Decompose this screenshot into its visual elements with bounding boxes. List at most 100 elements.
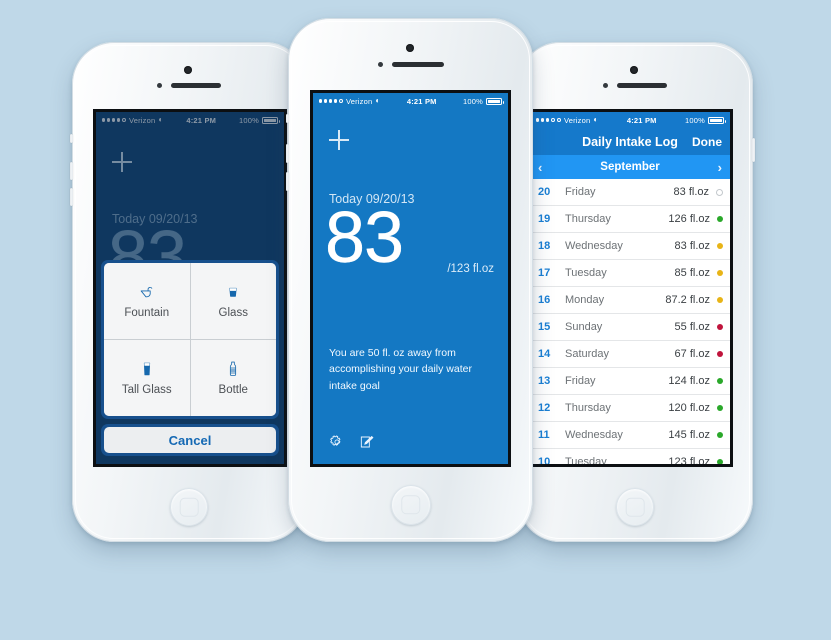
volume-up-button[interactable] bbox=[286, 144, 289, 163]
month-selector: ‹ September › bbox=[530, 155, 730, 179]
status-badge bbox=[717, 216, 723, 222]
status-badge bbox=[716, 188, 723, 196]
table-row[interactable]: 14 Saturday 67 fl.oz bbox=[530, 341, 730, 368]
front-camera bbox=[406, 44, 414, 52]
table-row[interactable]: 19 Thursday 126 fl.oz bbox=[530, 206, 730, 233]
phone-center-screen: Verizon ◐ 4:21 PM 100% Today 09/20/13 83… bbox=[313, 93, 508, 464]
row-day: 15 bbox=[538, 321, 551, 333]
row-weekday: Wednesday bbox=[565, 429, 623, 441]
glass-icon bbox=[229, 287, 237, 297]
option-label: Glass bbox=[218, 306, 248, 319]
row-amount: 145 fl.oz bbox=[668, 429, 710, 441]
phone-center: Verizon ◐ 4:21 PM 100% Today 09/20/13 83… bbox=[286, 18, 533, 542]
row-weekday: Sunday bbox=[565, 321, 603, 333]
row-amount: 120 fl.oz bbox=[668, 402, 710, 414]
row-day: 12 bbox=[538, 402, 551, 414]
row-day: 18 bbox=[538, 240, 551, 252]
nav-bar: Daily Intake Log Done bbox=[530, 128, 730, 155]
center-app-content: Today 09/20/13 83 /123 fl.oz You are 50 … bbox=[313, 93, 508, 464]
table-row[interactable]: 11 Wednesday 145 fl.oz bbox=[530, 422, 730, 449]
row-amount: 85 fl.oz bbox=[674, 267, 710, 279]
chevron-left-icon[interactable]: ‹ bbox=[538, 161, 542, 174]
table-row[interactable]: 17 Tuesday 85 fl.oz bbox=[530, 260, 730, 287]
status-bar-right: Verizon ◐ 4:21 PM 100% bbox=[530, 112, 730, 128]
phone-right-screen: Verizon ◐ 4:21 PM 100% Daily Intake Log … bbox=[530, 112, 730, 464]
month-label: September bbox=[600, 161, 660, 173]
home-button[interactable] bbox=[391, 485, 431, 525]
earpiece-speaker bbox=[617, 83, 667, 88]
row-amount: 67 fl.oz bbox=[674, 348, 710, 360]
option-label: Fountain bbox=[124, 306, 170, 319]
row-weekday: Thursday bbox=[565, 402, 611, 414]
option-label: Bottle bbox=[218, 383, 248, 396]
table-row[interactable]: 20 Friday 83 fl.oz bbox=[530, 179, 730, 206]
intake-log-list[interactable]: 20 Friday 83 fl.oz 19 Thursday 126 fl.oz 18 Wed… bbox=[530, 179, 730, 464]
row-weekday: Monday bbox=[565, 294, 605, 306]
front-camera bbox=[630, 66, 638, 74]
phone-left-screen: Verizon ◐ 4:21 PM 100% Today 09/20/13 83 bbox=[96, 112, 284, 464]
status-badge bbox=[717, 378, 723, 384]
volume-down-button[interactable] bbox=[286, 172, 289, 191]
power-button[interactable] bbox=[752, 138, 755, 162]
row-day: 17 bbox=[538, 267, 551, 279]
daily-goal-label: /123 fl.oz bbox=[447, 263, 494, 275]
add-intake-action-sheet: Fountain Glass Tall Glass Bottle Cancel bbox=[101, 260, 279, 456]
row-weekday: Saturday bbox=[565, 348, 610, 360]
intake-amount-center: 83 bbox=[325, 198, 404, 278]
option-glass[interactable]: Glass bbox=[190, 263, 276, 339]
phone-left: Verizon ◐ 4:21 PM 100% Today 09/20/13 83 bbox=[70, 42, 307, 542]
home-button[interactable] bbox=[170, 488, 208, 526]
table-row[interactable]: 18 Wednesday 83 fl.oz bbox=[530, 233, 730, 260]
status-time: 4:21 PM bbox=[626, 115, 657, 125]
status-badge bbox=[717, 297, 723, 303]
option-fountain[interactable]: Fountain bbox=[104, 263, 190, 339]
status-signal: Verizon ◐ bbox=[536, 116, 598, 125]
table-row[interactable]: 10 Tuesday 123 fl.oz bbox=[530, 449, 730, 464]
row-day: 14 bbox=[538, 348, 551, 360]
row-weekday: Wednesday bbox=[565, 240, 623, 252]
row-amount: 124 fl.oz bbox=[668, 375, 710, 387]
carrier-label: Verizon bbox=[563, 115, 591, 125]
home-button[interactable] bbox=[616, 488, 654, 526]
mute-switch[interactable] bbox=[286, 114, 289, 123]
cancel-button[interactable]: Cancel bbox=[104, 427, 276, 453]
option-bottle[interactable]: Bottle bbox=[190, 340, 276, 416]
battery-percent-label: 100% bbox=[685, 115, 705, 125]
plus-icon[interactable] bbox=[329, 130, 349, 150]
row-amount: 126 fl.oz bbox=[668, 213, 710, 225]
table-row[interactable]: 15 Sunday 55 fl.oz bbox=[530, 314, 730, 341]
gear-icon[interactable] bbox=[329, 434, 345, 450]
drink-options-panel: Fountain Glass Tall Glass Bottle bbox=[101, 260, 279, 419]
page-title: Daily Intake Log bbox=[582, 134, 678, 149]
table-row[interactable]: 13 Friday 124 fl.oz bbox=[530, 368, 730, 395]
table-row[interactable]: 12 Thursday 120 fl.oz bbox=[530, 395, 730, 422]
volume-up-button[interactable] bbox=[70, 162, 73, 180]
bottle-icon bbox=[230, 361, 237, 376]
row-weekday: Tuesday bbox=[565, 456, 607, 464]
battery-full-icon bbox=[708, 116, 726, 124]
status-badge bbox=[717, 459, 723, 464]
done-button[interactable]: Done bbox=[692, 135, 722, 149]
phone-right: Verizon ◐ 4:21 PM 100% Daily Intake Log … bbox=[518, 42, 755, 542]
row-weekday: Friday bbox=[565, 375, 596, 387]
mute-switch[interactable] bbox=[70, 134, 73, 143]
compose-icon[interactable] bbox=[359, 434, 375, 450]
row-amount: 83 fl.oz bbox=[674, 240, 710, 252]
volume-down-button[interactable] bbox=[70, 188, 73, 206]
row-amount: 123 fl.oz bbox=[668, 456, 710, 464]
table-row[interactable]: 16 Monday 87.2 fl.oz bbox=[530, 287, 730, 314]
row-day: 11 bbox=[538, 429, 550, 441]
row-weekday: Friday bbox=[565, 186, 596, 198]
earpiece-speaker bbox=[171, 83, 221, 88]
row-weekday: Thursday bbox=[565, 213, 611, 225]
cancel-panel: Cancel bbox=[101, 424, 279, 456]
goal-message: You are 50 fl. oz away from accomplishin… bbox=[329, 347, 472, 392]
screenshot-stage: Verizon ◐ 4:21 PM 100% Today 09/20/13 83 bbox=[0, 0, 831, 640]
row-day: 10 bbox=[538, 456, 551, 464]
tall-glass-icon bbox=[143, 362, 150, 375]
option-tall-glass[interactable]: Tall Glass bbox=[104, 340, 190, 416]
proximity-sensor bbox=[157, 83, 162, 88]
chevron-right-icon[interactable]: › bbox=[718, 161, 722, 174]
row-day: 16 bbox=[538, 294, 551, 306]
status-battery: 100% bbox=[685, 115, 726, 125]
